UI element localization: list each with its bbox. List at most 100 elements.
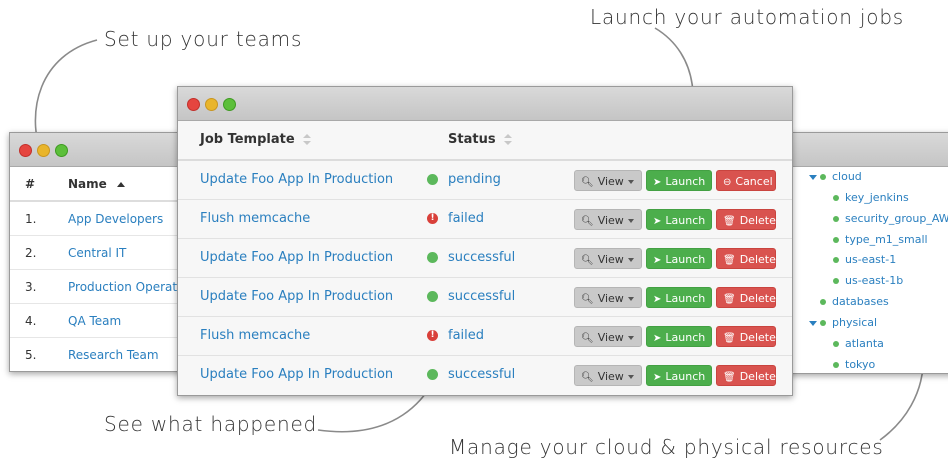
tree-node-label: atlanta — [845, 337, 884, 350]
job-template-link[interactable]: Flush memcache — [200, 328, 310, 343]
view-button[interactable]: 🔍︎ View — [574, 170, 642, 191]
tree-host[interactable]: tokyo — [833, 358, 875, 371]
job-row: Update Foo App In Production successful … — [178, 278, 792, 317]
launch-button[interactable]: ➤ Launch — [646, 170, 712, 191]
tree-host[interactable]: atlanta — [833, 337, 884, 350]
tree-host[interactable]: key_jenkins — [833, 191, 909, 204]
tree-group-databases[interactable]: databases — [820, 295, 889, 308]
launch-button[interactable]: ➤ Launch — [646, 248, 712, 269]
column-header-status[interactable]: Status — [448, 132, 512, 147]
column-header-name[interactable]: Name — [68, 177, 125, 191]
delete-button-label: Delete — [739, 214, 776, 227]
job-row: Flush memcache ! failed 🔍︎ View ➤ Launch 🗑︎… — [178, 317, 792, 356]
job-row: Update Foo App In Production pending 🔍︎ V… — [178, 161, 792, 200]
view-button-label: View — [597, 331, 624, 344]
tree-node-label: security_group_AWX — [845, 212, 948, 225]
delete-button[interactable]: 🗑︎ Delete — [716, 248, 776, 269]
minimize-window-icon[interactable] — [205, 98, 218, 111]
tree-host[interactable]: us-east-1b — [833, 274, 903, 287]
delete-button-label: Delete — [739, 292, 776, 305]
cancel-button[interactable]: ⊖ Cancel — [716, 170, 776, 191]
minimize-window-icon[interactable] — [37, 144, 50, 157]
job-status-link[interactable]: pending — [427, 172, 501, 187]
launch-button[interactable]: ➤ Launch — [646, 209, 712, 230]
close-window-icon[interactable] — [187, 98, 200, 111]
job-row: Flush memcache ! failed 🔍︎ View ➤ Launch 🗑︎… — [178, 200, 792, 239]
team-name-link[interactable]: Research Team — [68, 348, 159, 362]
tree-node-label: us-east-1b — [845, 274, 904, 287]
jobs-table-header: Job Template Status — [178, 121, 792, 161]
rocket-icon: ➤ — [653, 255, 662, 266]
zoom-icon: 🔍︎ — [581, 333, 594, 344]
sort-ascending-icon — [116, 182, 125, 187]
column-header-label: Status — [448, 132, 496, 147]
job-status-label: successful — [448, 289, 516, 304]
delete-button[interactable]: 🗑︎ Delete — [716, 209, 776, 230]
tree-host[interactable]: security_group_AWX — [833, 212, 948, 225]
launch-button-label: Launch — [665, 292, 706, 305]
view-button[interactable]: 🔍︎ View — [574, 248, 642, 269]
tree-group-physical[interactable]: physical — [820, 316, 877, 329]
trash-icon: 🗑︎ — [723, 333, 736, 344]
view-button[interactable]: 🔍︎ View — [574, 365, 642, 386]
job-status-link[interactable]: successful — [427, 367, 516, 382]
tree-node-label: physical — [832, 316, 878, 329]
jobs-window: Job Template Status Update Foo App In Pr… — [177, 86, 793, 396]
rocket-icon: ➤ — [653, 216, 662, 227]
trash-icon: 🗑︎ — [723, 255, 736, 266]
job-status-link[interactable]: successful — [427, 289, 516, 304]
job-template-link[interactable]: Update Foo App In Production — [200, 289, 393, 304]
trash-icon: 🗑︎ — [723, 294, 736, 305]
job-template-link[interactable]: Update Foo App In Production — [200, 172, 393, 187]
chevron-down-icon — [627, 258, 634, 262]
status-success-icon — [427, 252, 438, 263]
status-success-icon — [427, 369, 438, 380]
team-name-link[interactable]: App Developers — [68, 212, 163, 226]
host-dot-icon — [833, 237, 839, 243]
expand-caret-icon[interactable] — [809, 321, 817, 326]
zoom-icon: 🔍︎ — [581, 177, 594, 188]
rocket-icon: ➤ — [653, 177, 662, 188]
column-header-job-template[interactable]: Job Template — [200, 132, 311, 147]
job-template-link[interactable]: Update Foo App In Production — [200, 250, 393, 265]
tree-host[interactable]: type_m1_small — [833, 233, 928, 246]
team-row-number: 5. — [25, 348, 37, 362]
job-status-link[interactable]: ! failed — [427, 328, 484, 343]
job-status-label: successful — [448, 250, 516, 265]
delete-button-label: Delete — [739, 370, 776, 383]
close-window-icon[interactable] — [19, 144, 32, 157]
zoom-icon: 🔍︎ — [581, 372, 594, 383]
view-button[interactable]: 🔍︎ View — [574, 287, 642, 308]
zoom-window-icon[interactable] — [223, 98, 236, 111]
launch-button[interactable]: ➤ Launch — [646, 287, 712, 308]
expand-caret-icon[interactable] — [809, 175, 817, 180]
job-status-link[interactable]: successful — [427, 250, 516, 265]
tree-group-cloud[interactable]: cloud — [820, 170, 862, 183]
job-template-link[interactable]: Flush memcache — [200, 211, 310, 226]
trash-icon: 🗑︎ — [723, 372, 736, 383]
tree-node-label: tokyo — [845, 358, 876, 371]
view-button-label: View — [597, 175, 624, 188]
team-name-link[interactable]: QA Team — [68, 314, 121, 328]
job-status-label: successful — [448, 367, 516, 382]
status-success-icon — [427, 291, 438, 302]
host-dot-icon — [833, 278, 839, 284]
zoom-window-icon[interactable] — [55, 144, 68, 157]
rocket-icon: ➤ — [653, 333, 662, 344]
team-row-number: 3. — [25, 280, 37, 294]
minus-circle-icon: ⊖ — [723, 177, 732, 188]
launch-button[interactable]: ➤ Launch — [646, 326, 712, 347]
view-button[interactable]: 🔍︎ View — [574, 209, 642, 230]
delete-button[interactable]: 🗑︎ Delete — [716, 365, 776, 386]
job-template-link[interactable]: Update Foo App In Production — [200, 367, 393, 382]
view-button-label: View — [597, 214, 624, 227]
tree-host[interactable]: us-east-1 — [833, 253, 896, 266]
view-button[interactable]: 🔍︎ View — [574, 326, 642, 347]
cancel-button-label: Cancel — [735, 175, 773, 188]
delete-button[interactable]: 🗑︎ Delete — [716, 326, 776, 347]
job-status-link[interactable]: ! failed — [427, 211, 484, 226]
team-name-link[interactable]: Central IT — [68, 246, 126, 260]
launch-button[interactable]: ➤ Launch — [646, 365, 712, 386]
delete-button[interactable]: 🗑︎ Delete — [716, 287, 776, 308]
host-dot-icon — [833, 341, 839, 347]
